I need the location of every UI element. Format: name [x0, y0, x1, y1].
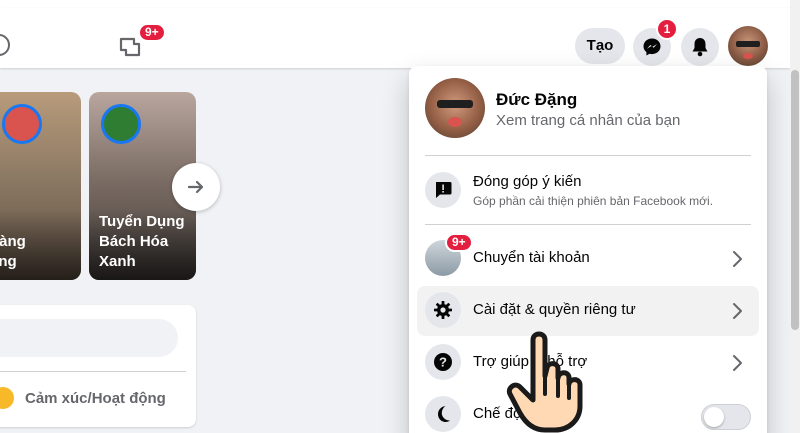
profile-name[interactable]: Đức Đặng: [496, 90, 577, 110]
menu-profile-avatar[interactable]: [425, 78, 485, 138]
post-composer: Cảm xúc/Hoạt động: [0, 305, 196, 427]
pointing-hand-cursor-icon: [506, 331, 583, 433]
messenger-badge: 1: [656, 18, 678, 40]
gaming-badge: 9+: [138, 23, 166, 42]
feeling-activity-button[interactable]: Cảm xúc/Hoạt động: [25, 390, 166, 407]
chevron-right-icon: [733, 251, 742, 267]
view-profile-link[interactable]: Xem trang cá nhân của bạn: [496, 112, 680, 129]
gear-icon: [425, 292, 461, 328]
notifications-button[interactable]: [681, 28, 719, 66]
menu-item-switch-account[interactable]: 9+ Chuyển tài khoản: [417, 233, 759, 284]
smiley-icon: [0, 387, 14, 409]
moon-icon: [425, 396, 461, 432]
gaming-icon[interactable]: [118, 36, 142, 58]
menu-item-feedback[interactable]: Đóng góp ý kiến Góp phần cải thiện phiên…: [417, 166, 759, 216]
chevron-right-icon: [733, 355, 742, 371]
story-title: Tuyển Dụng Bách Hóa Xanh: [99, 213, 185, 270]
help-icon: ?: [425, 344, 461, 380]
whats-on-your-mind-input[interactable]: [0, 319, 178, 357]
menu-divider: [425, 224, 751, 225]
page-scrollbar[interactable]: [790, 0, 800, 433]
stories-next-button[interactable]: [172, 163, 220, 211]
dark-mode-toggle[interactable]: [701, 404, 751, 430]
composer-divider: [0, 371, 186, 372]
arrow-right-icon: [187, 180, 204, 194]
bell-icon: [692, 38, 708, 57]
scrollbar-thumb[interactable]: [791, 70, 799, 330]
watch-icon[interactable]: [0, 34, 10, 56]
story-title: oàng ang: [0, 233, 26, 270]
menu-item-label: Cài đặt & quyền riêng tư: [473, 301, 636, 318]
story-avatar: [2, 104, 42, 144]
svg-text:?: ?: [439, 355, 447, 370]
menu-item-label: Đóng góp ý kiến: [473, 173, 582, 190]
story-card[interactable]: oàng ang: [0, 92, 81, 280]
toggle-knob: [704, 407, 724, 427]
switch-account-badge: 9+: [445, 233, 473, 252]
feedback-icon: [425, 172, 461, 208]
profile-avatar-nav[interactable]: [728, 26, 768, 66]
chevron-right-icon: [733, 303, 742, 319]
top-strip: [0, 0, 800, 8]
menu-item-label: Chuyển tài khoản: [473, 249, 590, 266]
menu-divider: [425, 155, 751, 156]
menu-item-sublabel: Góp phần cải thiện phiên bản Facebook mớ…: [473, 194, 714, 208]
top-navigation-bar: 9+ Tạo 1: [0, 8, 790, 68]
story-avatar: [101, 104, 141, 144]
create-button[interactable]: Tạo: [575, 28, 625, 64]
messenger-icon: [643, 38, 661, 56]
